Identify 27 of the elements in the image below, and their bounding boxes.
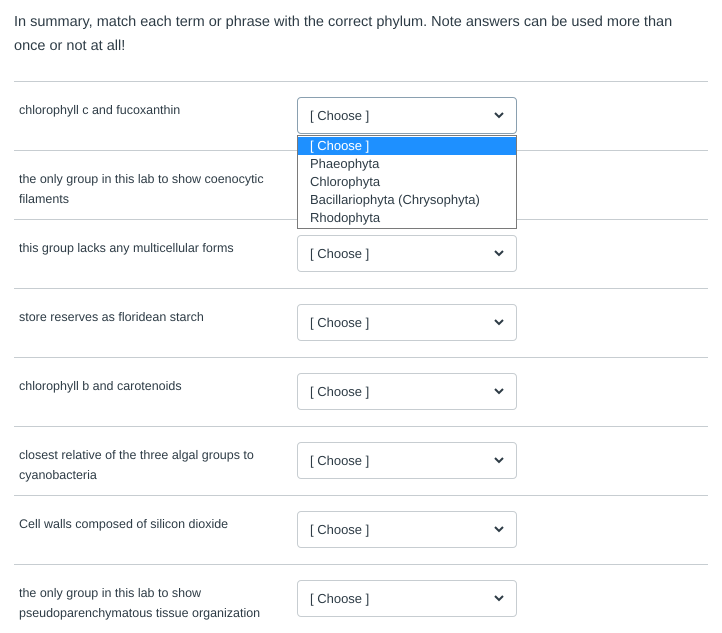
dropdown-option[interactable]: Rhodophyta <box>298 209 516 227</box>
answer-select[interactable]: [ Choose ] <box>297 235 517 272</box>
term-text: Cell walls composed of silicon dioxide <box>19 516 230 533</box>
answer-select[interactable]: [ Choose ] <box>297 373 517 410</box>
term-text: closest relative of the three algal groups to cyanobacteria <box>19 447 255 484</box>
term-text: chlorophyll c and fucoxanthin <box>19 102 182 119</box>
answer-select[interactable]: [ Choose ] <box>297 97 517 134</box>
dropdown-option[interactable]: Chlorophyta <box>298 173 516 191</box>
chevron-down-icon <box>494 112 504 119</box>
answer-select[interactable]: [ Choose ] <box>297 580 517 617</box>
term-text: store reserves as floridean starch <box>19 309 205 326</box>
chevron-down-icon <box>494 319 504 326</box>
chevron-down-icon <box>494 250 504 257</box>
dropdown-option[interactable]: Bacillariophyta (Chrysophyta) <box>298 191 516 209</box>
chevron-down-icon <box>494 526 504 533</box>
term-text: the only group in this lab to show pseudoparenchymatous tissue organization <box>19 585 262 622</box>
dropdown-option[interactable]: Phaeophyta <box>298 155 516 173</box>
chevron-down-icon <box>494 388 504 395</box>
instructions-text: In summary, match each term or phrase with the correct phylum. Note answers can be used more than once or not at all! <box>14 13 674 56</box>
answer-select[interactable]: [ Choose ] <box>297 304 517 341</box>
chevron-down-icon <box>494 595 504 602</box>
answer-select[interactable]: [ Choose ] <box>297 442 517 479</box>
answer-select[interactable]: [ Choose ] <box>297 511 517 548</box>
term-text: the only group in this lab to show coenocytic filaments <box>19 171 265 208</box>
term-text: chlorophyll b and carotenoids <box>19 378 183 395</box>
term-text: this group lacks any multicellular forms <box>19 240 235 257</box>
chevron-down-icon <box>494 457 504 464</box>
